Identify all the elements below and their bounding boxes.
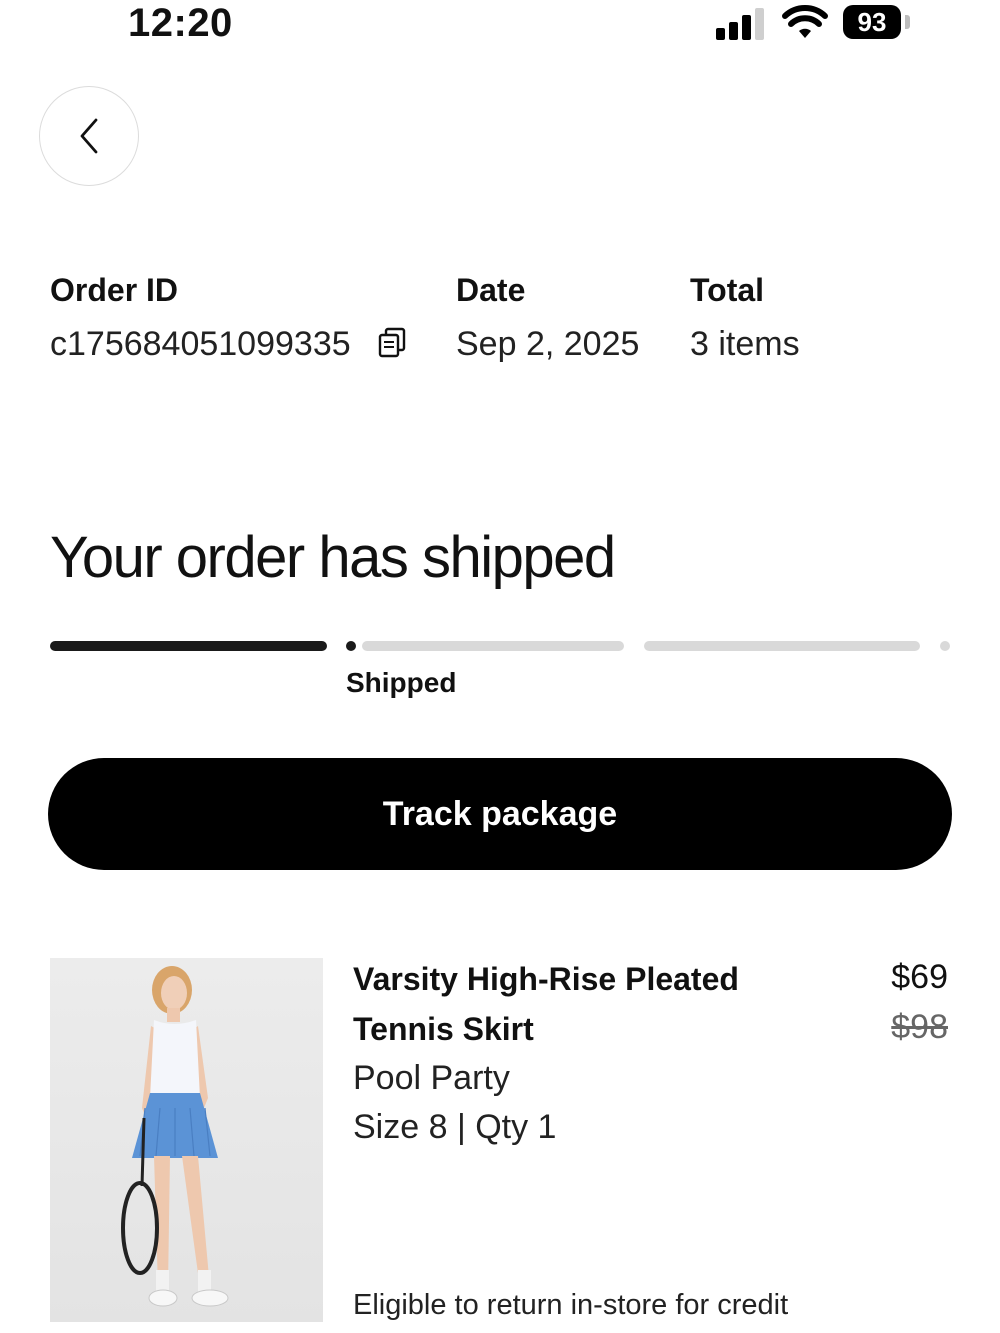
product-original-price: $98 bbox=[891, 1008, 948, 1046]
battery-tip bbox=[905, 15, 910, 29]
signal-icon bbox=[716, 6, 768, 40]
product-image[interactable] bbox=[50, 958, 323, 1322]
order-status-headline: Your order has shipped bbox=[50, 525, 616, 590]
order-id-label: Order ID bbox=[50, 272, 179, 308]
battery-level: 93 bbox=[857, 7, 887, 37]
wifi-icon bbox=[782, 5, 828, 38]
battery-icon: 93 bbox=[843, 5, 901, 39]
progress-dot-current bbox=[346, 641, 356, 651]
back-button[interactable] bbox=[39, 86, 139, 186]
order-total-value: 3 items bbox=[690, 325, 800, 363]
product-price: $69 bbox=[891, 958, 948, 996]
track-package-button[interactable]: Track package bbox=[48, 758, 952, 870]
order-id-value: c175684051099335 bbox=[50, 325, 351, 363]
chevron-left-icon bbox=[80, 118, 98, 154]
progress-dot-end bbox=[940, 641, 950, 651]
product-photo bbox=[121, 966, 229, 1307]
progress-segment-ordered bbox=[50, 641, 327, 651]
progress-current-label: Shipped bbox=[346, 667, 457, 698]
product-size-qty: Size 8 | Qty 1 bbox=[353, 1108, 557, 1146]
progress-segment-shipped bbox=[362, 641, 624, 651]
order-date-label: Date bbox=[456, 272, 526, 308]
order-total-label: Total bbox=[690, 272, 765, 308]
product-name[interactable]: Varsity High-Rise Pleated Tennis Skirt bbox=[353, 954, 773, 1054]
status-time: 12:20 bbox=[128, 1, 233, 45]
product-color: Pool Party bbox=[353, 1059, 510, 1097]
progress-segment-delivered bbox=[644, 641, 920, 651]
return-eligibility-note: Eligible to return in-store for credit bbox=[353, 1289, 789, 1321]
copy-icon[interactable] bbox=[376, 326, 408, 358]
order-date-value: Sep 2, 2025 bbox=[456, 325, 640, 363]
